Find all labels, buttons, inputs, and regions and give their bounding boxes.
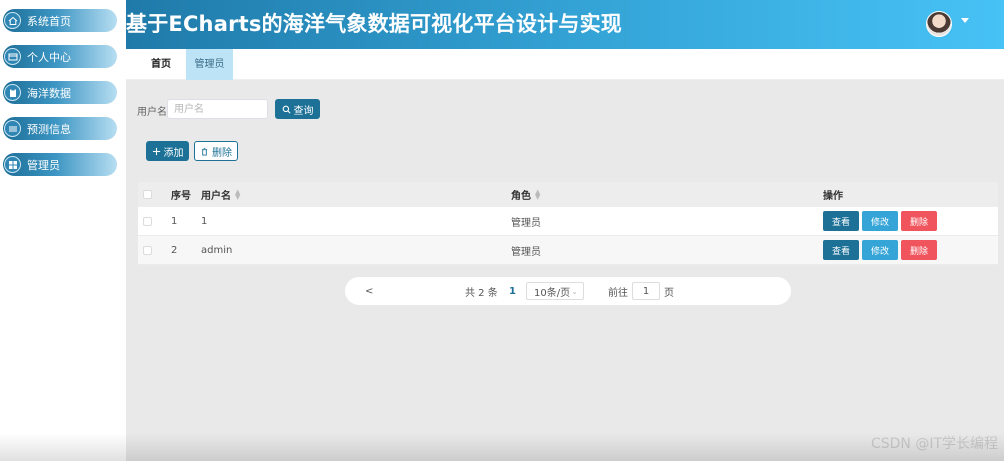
page-title: 基于ECharts的海洋气象数据可视化平台设计与实现 xyxy=(126,12,622,36)
sidebar-item-label: 管理员 xyxy=(27,158,60,172)
row-checkbox[interactable] xyxy=(143,236,152,264)
row-actions: 查看 修改 删除 xyxy=(823,236,940,264)
page-number-current[interactable]: 1 xyxy=(509,277,516,305)
pagination: < 共 2 条 1 10条/页 ⌄ 前往 1 页 xyxy=(345,277,791,305)
prev-page-button[interactable]: < xyxy=(365,277,373,305)
cell-username: admin xyxy=(201,244,233,256)
sidebar-item-label: 预测信息 xyxy=(27,122,71,136)
tab-home[interactable]: 首页 xyxy=(141,49,181,80)
select-all-checkbox[interactable] xyxy=(143,182,152,207)
delete-button[interactable]: 删除 xyxy=(901,240,937,260)
cell-username: 1 xyxy=(201,215,208,227)
cell-index: 2 xyxy=(171,244,178,256)
view-button[interactable]: 查看 xyxy=(823,240,859,260)
user-card-icon xyxy=(4,48,21,65)
table-row: 1 1 管理员 查看 修改 删除 xyxy=(138,207,998,236)
batch-delete-label: 删除 xyxy=(212,147,232,159)
goto-group: 前往 1 页 xyxy=(608,277,674,305)
search-input[interactable] xyxy=(167,99,268,119)
tab-bar: 首页 管理员 xyxy=(126,49,1004,80)
header: 基于ECharts的海洋气象数据可视化平台设计与实现 xyxy=(126,0,1004,49)
col-index-header: 序号 xyxy=(171,191,191,202)
goto-suffix: 页 xyxy=(664,287,674,299)
query-button-label: 查询 xyxy=(293,105,314,117)
plus-icon xyxy=(152,147,160,155)
page-size-value: 10条/页 xyxy=(534,287,571,299)
table-header: 序号 用户名 ▲ ▼ 角色 ▲ ▼ 操作 xyxy=(138,182,998,207)
sort-icon[interactable]: ▲ ▼ xyxy=(535,188,540,200)
watermark: CSDN @IT学长编程 xyxy=(870,436,998,452)
total-count: 共 2 条 xyxy=(465,287,498,299)
sidebar-item-label: 海洋数据 xyxy=(27,86,71,100)
sidebar-item-profile[interactable]: 个人中心 xyxy=(3,45,117,68)
table-row: 2 admin 管理员 查看 修改 删除 xyxy=(138,236,998,265)
clipboard-icon xyxy=(4,84,21,101)
view-button[interactable]: 查看 xyxy=(823,211,859,231)
edit-button[interactable]: 修改 xyxy=(862,240,898,260)
page-size-select[interactable]: 10条/页 ⌄ xyxy=(526,277,584,305)
col-role-label: 角色 xyxy=(511,191,531,202)
goto-page-input[interactable]: 1 xyxy=(632,282,660,300)
edit-button[interactable]: 修改 xyxy=(862,211,898,231)
tab-admin[interactable]: 管理员 xyxy=(186,49,233,80)
sidebar-item-home[interactable]: 系统首页 xyxy=(3,9,117,32)
avatar[interactable] xyxy=(926,11,952,37)
col-username-label: 用户名 xyxy=(201,191,231,202)
col-role-header[interactable]: 角色 ▲ ▼ xyxy=(511,182,540,207)
grid-icon xyxy=(4,156,21,173)
sidebar-item-admin[interactable]: 管理员 xyxy=(3,153,117,176)
sidebar-item-label: 系统首页 xyxy=(27,14,71,28)
search-icon xyxy=(282,105,290,113)
add-button-label: 添加 xyxy=(163,147,184,159)
batch-delete-button[interactable]: 删除 xyxy=(194,141,238,161)
row-checkbox[interactable] xyxy=(143,207,152,235)
trash-icon xyxy=(201,147,208,156)
cell-index: 1 xyxy=(171,215,178,227)
main-content: 用户名 查询 添加 删除 序号 用户名 ▲▼ 角色 ▲▼ 操作 1 xyxy=(126,80,1004,461)
cell-role: 管理员 xyxy=(511,217,541,229)
sidebar-item-ocean-data[interactable]: 海洋数据 xyxy=(3,81,117,104)
col-username-header[interactable]: 用户名 ▲ ▼ xyxy=(201,182,240,207)
delete-button[interactable]: 删除 xyxy=(901,211,937,231)
row-actions: 查看 修改 删除 xyxy=(823,207,940,235)
admin-table: 序号 用户名 ▲ ▼ 角色 ▲ ▼ 操作 1 1 管理员 查看 修改 删除 2 … xyxy=(138,182,998,265)
sidebar-item-forecast[interactable]: 预测信息 xyxy=(3,117,117,140)
sort-icon[interactable]: ▲ ▼ xyxy=(235,188,240,200)
goto-prefix: 前往 xyxy=(608,287,628,299)
caret-down-icon[interactable] xyxy=(961,18,969,23)
sliders-icon xyxy=(4,120,21,137)
home-icon xyxy=(4,12,21,29)
sidebar-item-label: 个人中心 xyxy=(27,50,71,64)
add-button[interactable]: 添加 xyxy=(146,141,189,161)
cell-role: 管理员 xyxy=(511,246,541,258)
query-button[interactable]: 查询 xyxy=(275,99,320,119)
sidebar: 系统首页 个人中心 海洋数据 预测信息 管理员 xyxy=(0,0,126,461)
col-ops-header: 操作 xyxy=(823,191,843,202)
chevron-down-icon: ⌄ xyxy=(571,286,578,296)
search-label: 用户名 xyxy=(137,107,167,118)
